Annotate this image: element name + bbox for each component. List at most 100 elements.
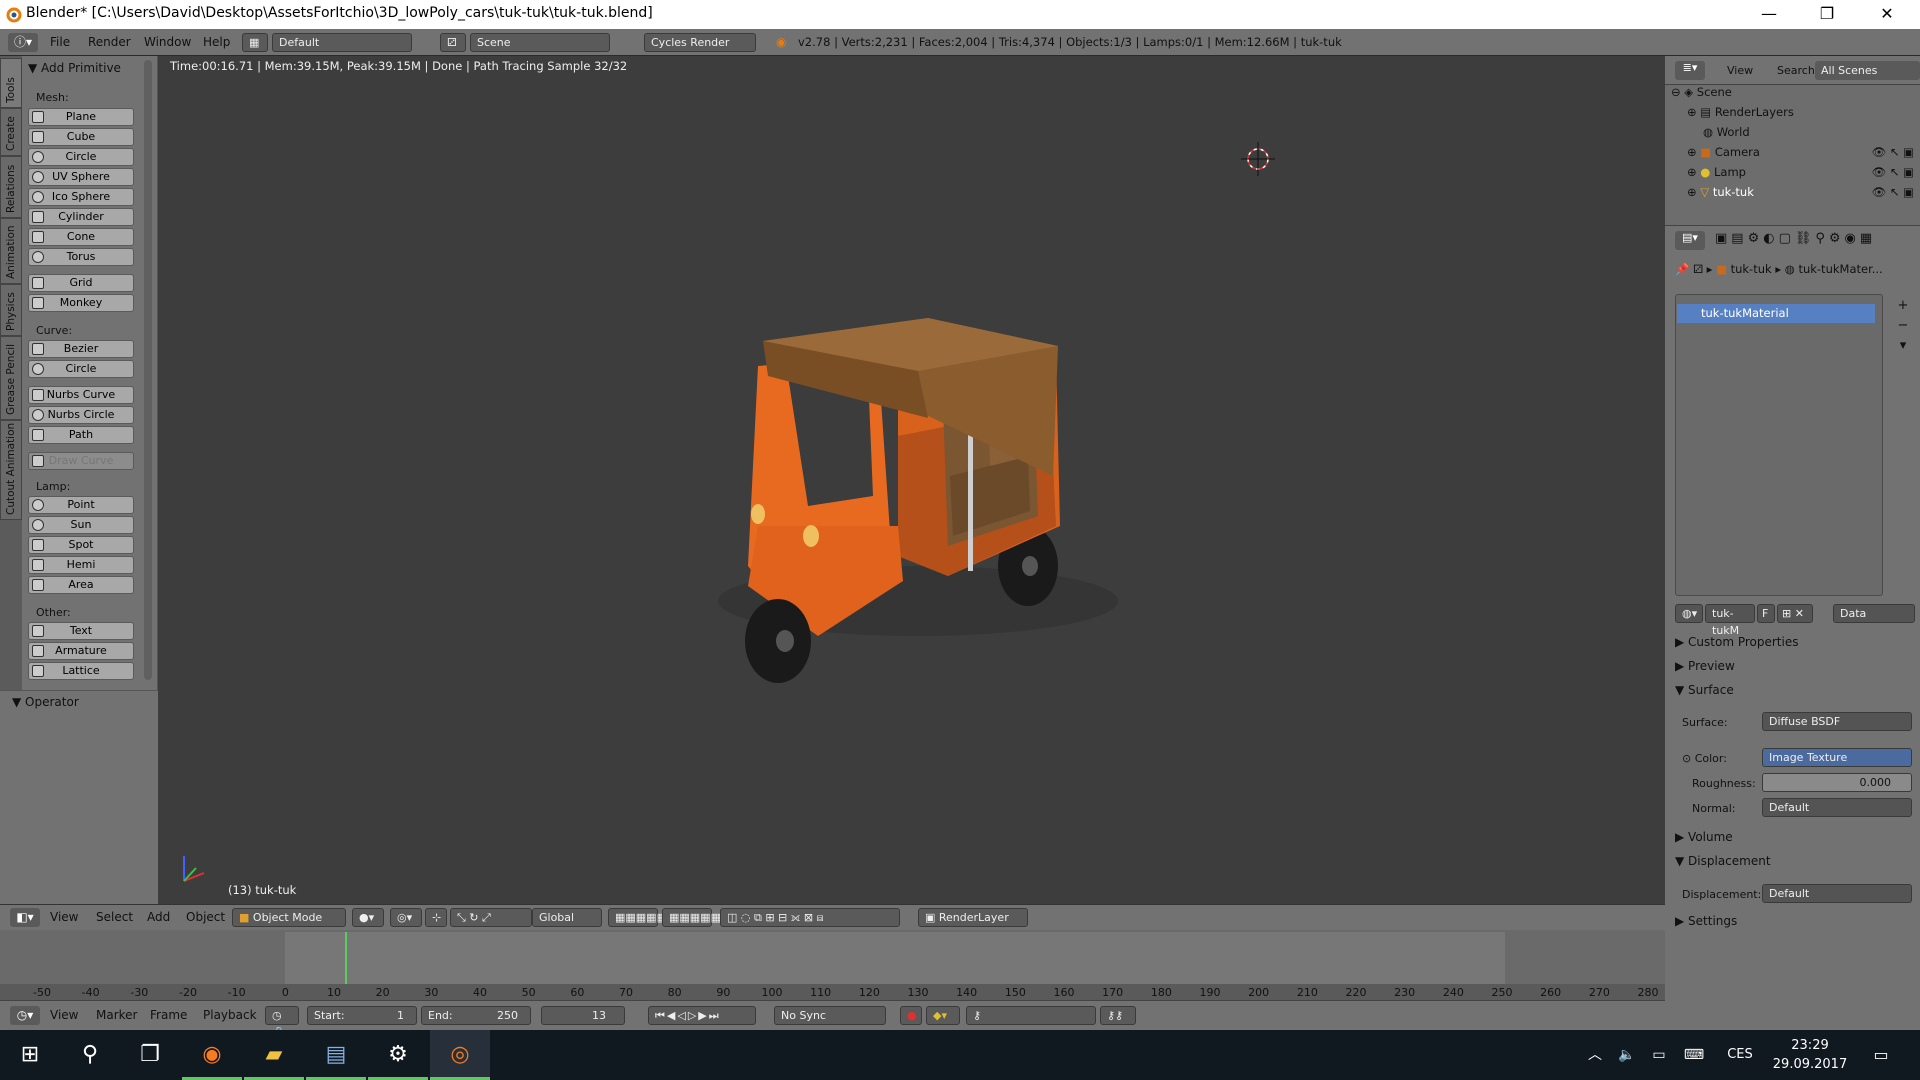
tab-grease-pencil[interactable]: Grease Pencil xyxy=(0,336,22,420)
keyboard-icon[interactable]: ⌨ xyxy=(1676,1030,1712,1080)
auto-keying-button[interactable]: ● xyxy=(900,1006,922,1025)
outliner-item-camera[interactable]: ⊕ ■ Camera 👁 ↖ ▣ xyxy=(1665,143,1920,162)
add-grid-button[interactable]: Grid xyxy=(28,274,134,292)
material-link-selector[interactable]: Data xyxy=(1833,604,1915,623)
tab-physics[interactable]: Physics xyxy=(0,284,22,336)
tab-cutout-animation[interactable]: Cutout Animation xyxy=(0,420,22,520)
add-primitive-panel-header[interactable]: ▼ Add Primitive xyxy=(28,61,121,75)
outliner-menu-view[interactable]: View xyxy=(1727,64,1753,77)
add-torus-button[interactable]: Torus xyxy=(28,248,134,266)
timeline-menu-frame[interactable]: Frame xyxy=(150,1006,187,1025)
snap-and-proportional-tools[interactable]: ◫ ◌ ⧉ ⊞ ⊟ ⟗ ⊠ ⧈ xyxy=(720,908,900,927)
add-nurbs-circle-button[interactable]: Nurbs Circle xyxy=(28,406,134,424)
add-monkey-button[interactable]: Monkey xyxy=(28,294,134,312)
file-explorer-icon[interactable]: ▰ xyxy=(244,1030,304,1080)
menu-select[interactable]: Select xyxy=(96,908,133,927)
custom-properties-section[interactable]: ▶ Custom Properties xyxy=(1675,631,1915,653)
shelf-scrollbar[interactable] xyxy=(144,60,152,680)
normal-input-selector[interactable]: Default xyxy=(1762,798,1912,817)
new-material-button[interactable]: ⊞ ✕ xyxy=(1777,604,1813,623)
menu-file[interactable]: File xyxy=(50,33,70,52)
add-circle-button[interactable]: Circle xyxy=(28,148,134,166)
draw-curve-button[interactable]: Draw Curve xyxy=(28,452,134,470)
mode-selector[interactable]: ■ Object Mode xyxy=(232,908,346,927)
add-lattice-button[interactable]: Lattice xyxy=(28,662,134,680)
add-bezier-button[interactable]: Bezier xyxy=(28,340,134,358)
preview-section[interactable]: ▶ Preview xyxy=(1675,655,1915,677)
layout-selector[interactable]: Default xyxy=(272,33,412,52)
playback-controls[interactable]: ⏮◀◁▷▶⏭ xyxy=(648,1006,756,1025)
add-armature-button[interactable]: Armature xyxy=(28,642,134,660)
displacement-input-selector[interactable]: Default xyxy=(1762,884,1912,903)
viewport-shading-selector[interactable]: ●▾ xyxy=(352,908,384,927)
search-icon[interactable]: ⚲ xyxy=(60,1030,120,1080)
add-path-button[interactable]: Path xyxy=(28,426,134,444)
tab-relations[interactable]: Relations xyxy=(0,156,22,218)
color-input-selector[interactable]: Image Texture xyxy=(1762,748,1912,767)
add-curve-circle-button[interactable]: Circle xyxy=(28,360,134,378)
timeline-menu-playback[interactable]: Playback xyxy=(203,1006,257,1025)
firefox-icon[interactable]: ◉ xyxy=(182,1030,242,1080)
add-ico-sphere-button[interactable]: Ico Sphere xyxy=(28,188,134,206)
preview-range-toggle[interactable]: ◷ 🔒 xyxy=(265,1006,299,1039)
layer-buttons-1[interactable]: ▦▦▦▦▦ xyxy=(608,908,667,927)
layer-buttons-2[interactable]: ▦▦▦▦▦ xyxy=(662,908,721,927)
current-frame-line[interactable] xyxy=(345,932,347,988)
blender-taskbar-icon[interactable]: ◎ xyxy=(430,1030,490,1080)
outliner-item-scene[interactable]: ⊖ ◈ Scene xyxy=(1665,83,1920,102)
volume-icon[interactable]: 🔈 xyxy=(1612,1030,1642,1080)
menu-object[interactable]: Object xyxy=(186,908,225,927)
roughness-slider[interactable]: 0.000 xyxy=(1762,773,1912,792)
material-slot-buttons[interactable]: + − ▾ xyxy=(1894,296,1912,358)
add-spot-lamp-button[interactable]: Spot xyxy=(28,536,134,554)
active-keying-set-field[interactable]: ⚷ xyxy=(966,1006,1096,1025)
tab-create[interactable]: Create xyxy=(0,108,22,156)
transform-orientation-selector[interactable]: Global xyxy=(532,908,602,927)
add-uv-sphere-button[interactable]: UV Sphere xyxy=(28,168,134,186)
properties-context-tabs[interactable]: ▣▤⚙◐▢⛓⚲⚙◉▦ xyxy=(1715,231,1876,246)
3d-viewport[interactable] xyxy=(158,56,1665,904)
notifications-icon[interactable]: ▭ xyxy=(1856,1030,1906,1080)
tray-chevron-icon[interactable]: ︿ xyxy=(1580,1030,1610,1080)
render-engine-selector[interactable]: Cycles Render xyxy=(644,33,756,52)
tab-tools[interactable]: Tools xyxy=(0,58,22,108)
operator-panel-header[interactable]: ▼ Operator xyxy=(12,695,79,709)
manipulator-tools[interactable]: ⤡ ↻ ⤢ xyxy=(450,908,532,927)
outliner-editor-icon[interactable]: ≣▾ xyxy=(1675,61,1705,80)
sync-mode-selector[interactable]: No Sync xyxy=(774,1006,886,1025)
outliner-item-world[interactable]: ◍ World xyxy=(1665,123,1920,142)
add-cone-button[interactable]: Cone xyxy=(28,228,134,246)
outliner-item-lamp[interactable]: ⊕ ● Lamp 👁 ↖ ▣ xyxy=(1665,163,1920,182)
keying-set-icon[interactable]: ◆▾ xyxy=(926,1006,960,1025)
add-area-lamp-button[interactable]: Area xyxy=(28,576,134,594)
input-language[interactable]: CES xyxy=(1718,1030,1762,1080)
add-hemi-lamp-button[interactable]: Hemi xyxy=(28,556,134,574)
outliner-item-renderlayers[interactable]: ⊕ ▤ RenderLayers xyxy=(1665,103,1920,122)
scene-selector[interactable]: Scene xyxy=(470,33,610,52)
menu-render[interactable]: Render xyxy=(88,33,131,52)
outliner-display-filter[interactable]: All Scenes xyxy=(1815,61,1920,80)
add-nurbs-curve-button[interactable]: Nurbs Curve xyxy=(28,386,134,404)
network-icon[interactable]: ▭ xyxy=(1644,1030,1674,1080)
maximize-button[interactable]: ❐ xyxy=(1798,0,1856,29)
add-plane-button[interactable]: Plane xyxy=(28,108,134,126)
menu-help[interactable]: Help xyxy=(203,33,230,52)
pivot-selector[interactable]: ◎▾ xyxy=(390,908,422,927)
camera-visibility-icon[interactable]: 👁 ↖ ▣ xyxy=(1872,143,1914,162)
settings-gear-icon[interactable]: ⚙ xyxy=(368,1030,428,1080)
3d-editor-type-icon[interactable]: ◧▾ xyxy=(10,908,40,927)
scene-icon[interactable]: ⚂ xyxy=(440,33,466,52)
outliner-item-tuk-tuk[interactable]: ⊕ ▽ tuk-tuk 👁 ↖ ▣ xyxy=(1665,183,1920,202)
timeline-menu-view[interactable]: View xyxy=(50,1006,78,1025)
taskbar-clock[interactable]: 23:29 29.09.2017 xyxy=(1770,1036,1850,1074)
minimize-button[interactable]: — xyxy=(1740,0,1798,29)
add-cube-button[interactable]: Cube xyxy=(28,128,134,146)
start-frame-field[interactable]: Start: 1 xyxy=(307,1006,417,1025)
manipulator-toggle[interactable]: ⊹ xyxy=(425,908,447,927)
current-frame-field[interactable]: 13 xyxy=(541,1006,625,1025)
outliner-menu-search[interactable]: Search xyxy=(1777,64,1815,77)
add-sun-lamp-button[interactable]: Sun xyxy=(28,516,134,534)
start-menu-icon[interactable]: ⊞ xyxy=(0,1030,60,1080)
material-slot-item[interactable]: tuk-tukMaterial xyxy=(1677,304,1875,323)
lamp-visibility-icon[interactable]: 👁 ↖ ▣ xyxy=(1872,163,1914,182)
